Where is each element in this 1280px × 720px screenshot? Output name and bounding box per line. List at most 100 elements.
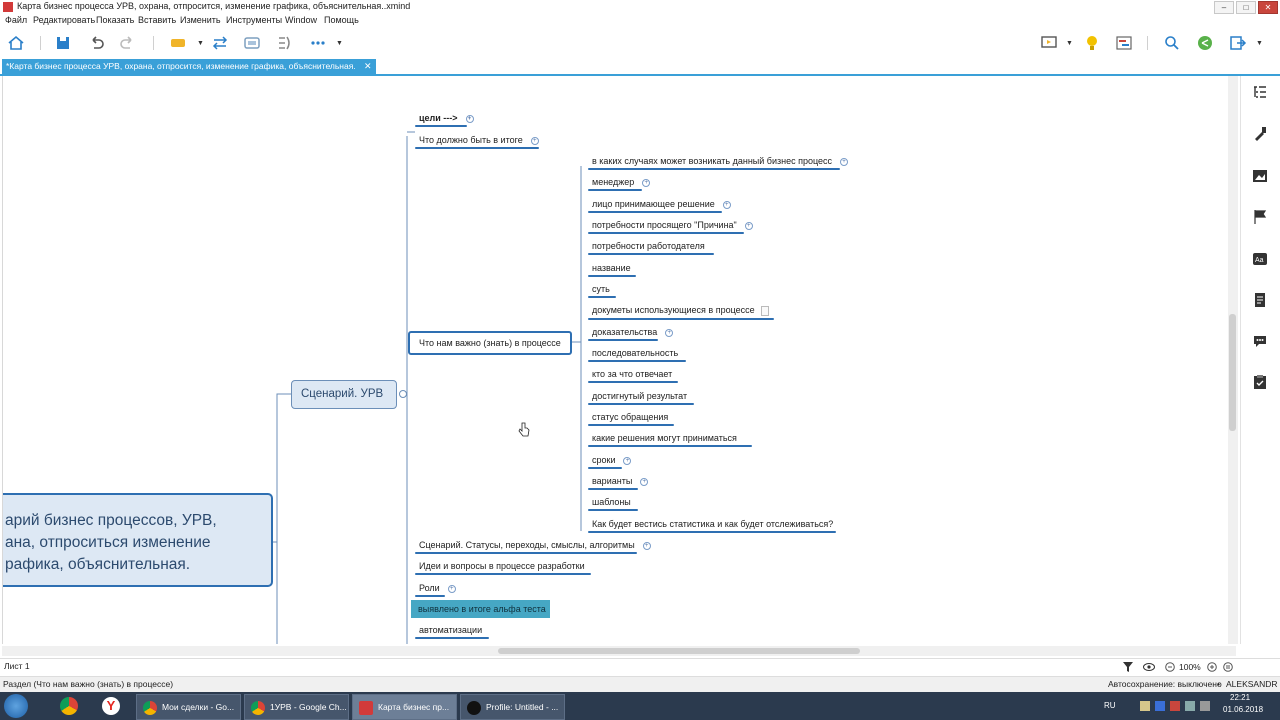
topic-dropdown-icon[interactable]: ▼	[197, 40, 204, 47]
expand-icon[interactable]: +	[465, 114, 474, 123]
yandex-browser-icon[interactable]: Y	[102, 697, 120, 715]
expand-icon[interactable]: +	[840, 157, 849, 166]
filter-icon[interactable]	[1123, 662, 1133, 672]
statuses-topic[interactable]: Сценарий. Статусы, переходы, смыслы, алг…	[415, 540, 651, 554]
notes-icon[interactable]	[1252, 292, 1268, 308]
menu-window[interactable]: Window	[285, 15, 317, 25]
sub-item-templates[interactable]: шаблоны	[588, 497, 638, 511]
central-topic[interactable]: арий бизнес процессов, УРВ, ана, отпроси…	[3, 493, 273, 587]
sub-item-essence[interactable]: суть	[588, 284, 616, 298]
maximize-button[interactable]: □	[1236, 1, 1256, 14]
menu-modify[interactable]: Изменить	[180, 15, 221, 25]
task-xmind-map[interactable]: Карта бизнес пр...	[352, 694, 457, 720]
gantt-icon[interactable]	[1115, 34, 1133, 52]
clock-date[interactable]: 01.06.2018	[1223, 705, 1263, 714]
alpha-test-topic[interactable]: выявлено в итоге альфа теста	[411, 600, 550, 618]
menu-tools[interactable]: Инструменты	[226, 15, 282, 25]
menu-view[interactable]: Показать	[96, 15, 134, 25]
expand-icon[interactable]: +	[447, 584, 456, 593]
note-icon[interactable]	[760, 305, 769, 316]
tray-volume-icon[interactable]	[1200, 701, 1210, 711]
export-icon[interactable]	[1229, 34, 1247, 52]
more-dropdown-icon[interactable]: ▼	[336, 40, 343, 47]
task-chrome-deals[interactable]: Мои сделки - Go...	[136, 694, 241, 720]
save-icon[interactable]	[54, 34, 72, 52]
ideas-topic[interactable]: Идеи и вопросы в процессе разработки	[415, 561, 591, 575]
relationship-icon[interactable]	[211, 34, 229, 52]
sub-item-sequence[interactable]: последовательность	[588, 348, 686, 362]
boundary-icon[interactable]	[243, 34, 261, 52]
sheet-tab[interactable]: Лист 1	[4, 661, 30, 671]
share-icon[interactable]	[1196, 34, 1214, 52]
sub-item-manager[interactable]: менеджер +	[588, 177, 651, 191]
zoom-in-icon[interactable]	[1207, 662, 1217, 672]
sub-item-terms[interactable]: сроки +	[588, 455, 632, 469]
zoom-out-icon[interactable]	[1165, 662, 1175, 672]
menu-edit[interactable]: Редактировать	[33, 15, 95, 25]
format-brush-icon[interactable]	[1252, 126, 1268, 142]
important-topic-selected[interactable]: Что нам важно (знать) в процессе	[408, 331, 572, 355]
clock-time[interactable]: 22:21	[1230, 693, 1250, 702]
search-icon[interactable]	[1163, 34, 1181, 52]
sub-item-statistics[interactable]: Как будет вестись статистика и как будет…	[588, 519, 836, 533]
sub-item-requester-needs[interactable]: потребности просящего "Причина" +	[588, 220, 753, 234]
sub-item-responsibility[interactable]: кто за что отвечает	[588, 369, 678, 383]
scenario-node[interactable]: Сценарий. УРВ	[291, 380, 397, 409]
summary-icon[interactable]	[276, 34, 294, 52]
expand-icon[interactable]: +	[530, 136, 539, 145]
more-icon[interactable]	[309, 34, 327, 52]
view-eye-icon[interactable]	[1143, 662, 1155, 672]
task-info-icon[interactable]	[1252, 374, 1268, 390]
sub-item-cases[interactable]: в каких случаях может возникать данный б…	[588, 156, 849, 170]
menu-lines-icon[interactable]	[1223, 662, 1233, 672]
task-chrome-urv[interactable]: 1УРВ - Google Ch...	[244, 694, 349, 720]
tray-network-icon[interactable]	[1185, 701, 1195, 711]
export-dropdown-icon[interactable]: ▼	[1256, 40, 1263, 47]
expand-icon[interactable]: +	[744, 221, 753, 230]
close-tab-icon[interactable]: ✕	[364, 61, 372, 71]
expand-icon[interactable]: +	[722, 200, 731, 209]
sub-item-variants[interactable]: варианты +	[588, 476, 649, 490]
brainstorm-lightbulb-icon[interactable]	[1083, 34, 1101, 52]
expand-icon[interactable]: +	[642, 178, 651, 187]
close-window-button[interactable]: ✕	[1258, 1, 1278, 14]
language-indicator[interactable]: RU	[1104, 701, 1116, 710]
sub-item-decision-maker[interactable]: лицо принимающее решение +	[588, 199, 731, 213]
menu-insert[interactable]: Вставить	[138, 15, 176, 25]
result-topic[interactable]: Что должно быть в итоге +	[415, 135, 539, 149]
topic-icon[interactable]	[169, 34, 187, 52]
tray-folder-icon[interactable]	[1140, 701, 1150, 711]
sub-item-decisions[interactable]: какие решения могут приниматься	[588, 433, 752, 447]
image-icon[interactable]	[1252, 168, 1268, 184]
outliner-icon[interactable]	[1252, 84, 1268, 100]
start-button[interactable]	[4, 694, 28, 718]
menu-help[interactable]: Помощь	[324, 15, 359, 25]
expand-icon[interactable]: +	[642, 541, 651, 550]
markers-flag-icon[interactable]	[1252, 209, 1268, 225]
vertical-scroll-thumb[interactable]	[1229, 314, 1236, 431]
roles-topic[interactable]: Роли +	[415, 583, 456, 597]
presentation-icon[interactable]	[1040, 34, 1058, 52]
expand-icon[interactable]: +	[640, 477, 649, 486]
menu-file[interactable]: Файл	[5, 15, 27, 25]
task-profile[interactable]: Profile: Untitled - ...	[460, 694, 565, 720]
sub-item-status[interactable]: статус обращения	[588, 412, 674, 426]
sub-item-documents[interactable]: докуметы использующиеся в процессе	[588, 305, 774, 320]
sub-item-result[interactable]: достигнутый результат	[588, 391, 694, 405]
sub-item-evidence[interactable]: доказательства +	[588, 327, 674, 341]
collapse-toggle-icon[interactable]	[399, 390, 407, 398]
goals-topic[interactable]: цели ---> +	[415, 113, 474, 127]
minimize-button[interactable]: –	[1214, 1, 1234, 14]
text-style-icon[interactable]: Aa	[1252, 251, 1268, 267]
tray-xmind-icon[interactable]	[1170, 701, 1180, 711]
undo-icon[interactable]	[87, 34, 105, 52]
chrome-pinned-icon[interactable]	[60, 697, 78, 715]
tray-app-icon[interactable]	[1155, 701, 1165, 711]
sub-item-employer-needs[interactable]: потребности работодателя	[588, 241, 714, 255]
redo-icon[interactable]	[119, 34, 137, 52]
expand-icon[interactable]: +	[623, 456, 632, 465]
expand-icon[interactable]: +	[665, 328, 674, 337]
home-icon[interactable]	[7, 34, 25, 52]
automation-topic[interactable]: автоматизации	[415, 625, 489, 639]
mindmap-canvas[interactable]: арий бизнес процессов, УРВ, ана, отпроси…	[2, 76, 1229, 644]
